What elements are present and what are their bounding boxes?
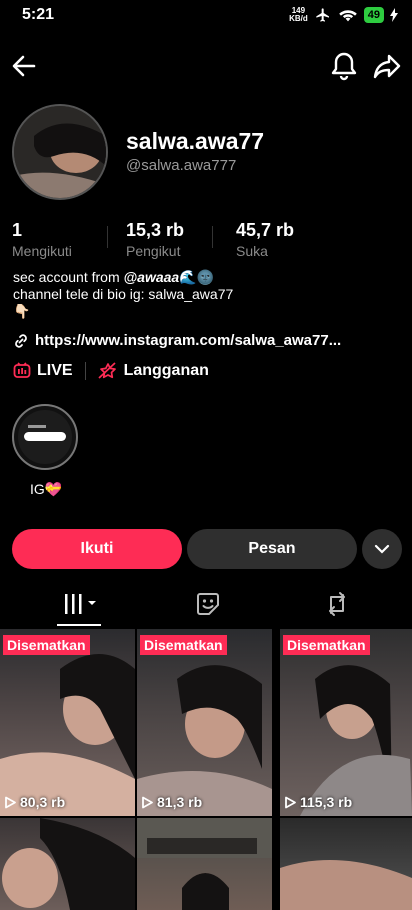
link-icon (15, 333, 27, 348)
view-count: 81,3 rb (141, 794, 202, 810)
view-count: 80,3 rb (4, 794, 65, 810)
message-button[interactable]: Pesan (187, 529, 357, 569)
stat-value: 1 (12, 220, 23, 240)
video-thumbnail (280, 860, 412, 910)
more-options-button[interactable] (362, 529, 402, 569)
bio-mention[interactable]: @awaaa (124, 269, 180, 285)
play-icon (142, 796, 153, 808)
stat-label: Mengikuti (12, 243, 72, 259)
stat-following[interactable]: 1 Mengikuti (12, 220, 72, 259)
stat-followers[interactable]: 15,3 rb Pengikut (126, 220, 184, 259)
net-speed: 149 KB/d (289, 6, 308, 23)
story-highlight[interactable] (12, 404, 78, 470)
video-tile[interactable] (137, 818, 272, 910)
username: salwa.awa77 (126, 128, 265, 154)
top-nav (0, 48, 412, 84)
subscription-label: Langganan (123, 362, 209, 379)
sticker-icon[interactable] (195, 591, 221, 617)
highlight-thumbnail (18, 410, 72, 464)
live-button[interactable]: LIVE (13, 362, 73, 380)
battery-indicator: 49 (363, 7, 384, 23)
repost-icon[interactable] (324, 591, 350, 617)
share-arrow-icon[interactable] (372, 51, 402, 81)
subscription-icon (97, 362, 116, 379)
stat-value: 45,7 rb (236, 220, 295, 240)
divider (84, 362, 86, 380)
stat-value: 15,3 rb (126, 220, 185, 240)
highlight-label: IG💝 (30, 481, 63, 497)
status-bar: 5:21 149 KB/d 49 (0, 0, 412, 30)
video-tile[interactable] (280, 818, 412, 910)
video-tile[interactable]: Disematkan 81,3 rb (137, 629, 272, 816)
link-text[interactable]: https://www.instagram.com/salwa_awa77... (35, 332, 341, 349)
bio-line-2: channel tele di bio ig: salwa_awa77 (13, 286, 234, 302)
status-time: 5:21 (22, 6, 55, 23)
video-thumbnail (137, 665, 272, 816)
subscription-button[interactable]: Langganan (97, 362, 209, 380)
video-thumbnail (2, 818, 135, 910)
video-tile[interactable]: Disematkan 115,3 rb (280, 629, 412, 816)
bio-line-1: sec account from @awaaa🌊🌚 (13, 269, 215, 285)
video-tile[interactable]: Disematkan 80,3 rb (0, 629, 135, 816)
pinned-badge: Disematkan (283, 635, 370, 655)
bell-icon[interactable] (330, 51, 358, 81)
live-icon (13, 362, 31, 378)
charging-icon (390, 8, 398, 22)
stat-label: Suka (236, 243, 268, 259)
videos-grid-icon[interactable] (62, 591, 100, 617)
airplane-icon (316, 8, 329, 22)
live-label: LIVE (37, 362, 73, 379)
active-tab-indicator (57, 624, 101, 626)
pinned-badge: Disematkan (3, 635, 90, 655)
stat-likes[interactable]: 45,7 rb Suka (236, 220, 294, 259)
wifi-icon (338, 10, 357, 22)
avatar[interactable] (12, 104, 108, 200)
video-tile[interactable] (0, 818, 135, 910)
back-arrow-icon[interactable] (10, 52, 38, 80)
live-subscription-row: LIVE Langganan (13, 362, 209, 380)
content-tabs (0, 585, 412, 627)
chevron-down-icon (374, 544, 390, 554)
pinned-badge: Disematkan (140, 635, 227, 655)
profile-link[interactable]: https://www.instagram.com/salwa_awa77... (13, 332, 341, 349)
stat-label: Pengikut (126, 243, 181, 259)
video-thumbnail (137, 818, 272, 910)
play-icon (5, 796, 16, 808)
bio: sec account from @awaaa🌊🌚 channel tele d… (13, 269, 403, 320)
avatar-photo (14, 106, 106, 198)
video-thumbnail (0, 654, 135, 816)
bio-line-3: 👇🏻 (13, 303, 31, 319)
play-icon (285, 796, 296, 808)
view-count: 115,3 rb (284, 794, 352, 810)
stat-divider (107, 226, 108, 248)
user-handle: @salwa.awa777 (126, 157, 237, 174)
video-thumbnail (300, 665, 412, 816)
stat-divider (212, 226, 213, 248)
follow-button[interactable]: Ikuti (12, 529, 182, 569)
